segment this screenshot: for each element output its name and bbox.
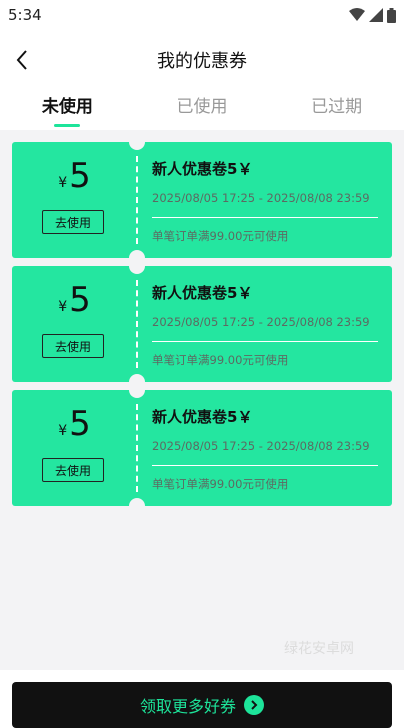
currency-symbol: ¥	[58, 423, 68, 439]
coupon-info: 新人优惠卷5￥ 2025/08/05 17:25 - 2025/08/08 23…	[152, 158, 384, 244]
coupon-period: 2025/08/05 17:25 - 2025/08/08 23:59	[152, 191, 370, 205]
amount-value: 5	[69, 156, 91, 196]
coupon-notch	[129, 266, 145, 274]
coupon-name: 新人优惠卷5￥	[152, 408, 253, 426]
use-coupon-button[interactable]: 去使用	[42, 334, 104, 358]
coupon-notch	[129, 498, 145, 506]
currency-symbol: ¥	[58, 299, 68, 315]
get-more-coupons-button[interactable]: 领取更多好券	[12, 682, 392, 728]
coupon-separator	[152, 341, 378, 342]
tab-label: 已使用	[176, 97, 228, 117]
status-time: 5:34	[8, 6, 42, 24]
use-coupon-button[interactable]: 去使用	[42, 458, 104, 482]
wifi-icon	[349, 8, 365, 21]
arrow-right-icon	[244, 695, 264, 715]
coupon-rule: 单笔订单满99.00元可使用	[152, 229, 289, 243]
signal-icon	[369, 8, 383, 22]
coupon-amount: ¥5	[12, 280, 137, 320]
battery-icon	[387, 7, 396, 23]
tab-label: 已过期	[311, 97, 363, 117]
coupon-notch	[129, 374, 145, 382]
coupon-period: 2025/08/05 17:25 - 2025/08/08 23:59	[152, 315, 370, 329]
coupon-card: ¥5 去使用 新人优惠卷5￥ 2025/08/05 17:25 - 2025/0…	[12, 142, 392, 258]
currency-symbol: ¥	[58, 175, 68, 191]
coupon-rule: 单笔订单满99.00元可使用	[152, 353, 289, 367]
coupon-amount: ¥5	[12, 404, 137, 444]
page-title: 我的优惠券	[157, 51, 247, 72]
status-icons	[349, 7, 396, 23]
coupon-name: 新人优惠卷5￥	[152, 284, 253, 302]
tab-unused[interactable]: 未使用	[12, 84, 122, 127]
tab-label: 未使用	[41, 97, 93, 117]
watermark: 绿花安卓网	[284, 641, 354, 657]
get-more-coupons-label: 领取更多好券	[139, 697, 236, 716]
header: 我的优惠券	[0, 38, 404, 82]
back-button[interactable]	[8, 44, 36, 76]
coupon-notch	[129, 142, 145, 150]
coupon-info: 新人优惠卷5￥ 2025/08/05 17:25 - 2025/08/08 23…	[152, 282, 384, 368]
coupon-card: ¥5 去使用 新人优惠卷5￥ 2025/08/05 17:25 - 2025/0…	[12, 390, 392, 506]
status-bar: 5:34	[0, 0, 404, 30]
coupon-notch	[129, 250, 145, 258]
chevron-left-icon	[16, 50, 27, 70]
coupon-amount: ¥5	[12, 156, 137, 196]
amount-value: 5	[69, 280, 91, 320]
coupon-separator	[152, 217, 378, 218]
coupon-rule: 单笔订单满99.00元可使用	[152, 477, 289, 491]
use-coupon-button[interactable]: 去使用	[42, 210, 104, 234]
tab-used[interactable]: 已使用	[147, 84, 257, 117]
tab-expired[interactable]: 已过期	[282, 84, 392, 117]
coupon-period: 2025/08/05 17:25 - 2025/08/08 23:59	[152, 439, 370, 453]
coupon-info: 新人优惠卷5￥ 2025/08/05 17:25 - 2025/08/08 23…	[152, 406, 384, 492]
tab-indicator	[54, 124, 81, 127]
amount-value: 5	[69, 404, 91, 444]
coupon-name: 新人优惠卷5￥	[152, 160, 253, 178]
coupon-separator	[152, 465, 378, 466]
tab-bar: 未使用 已使用 已过期	[0, 84, 404, 130]
coupon-card: ¥5 去使用 新人优惠卷5￥ 2025/08/05 17:25 - 2025/0…	[12, 266, 392, 382]
coupon-notch	[129, 390, 145, 398]
